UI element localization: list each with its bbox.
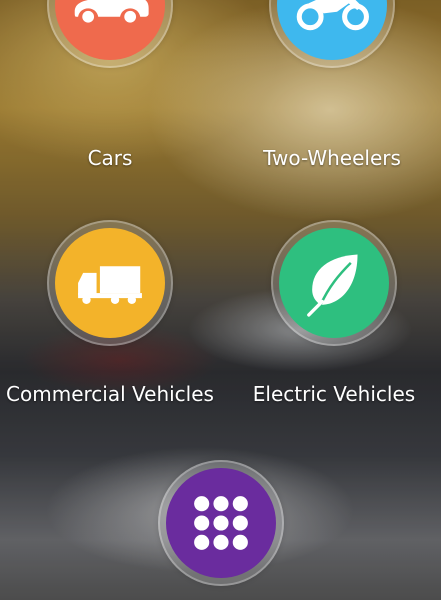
commercial-vehicles-label: Commercial Vehicles (6, 382, 214, 406)
category-two-wheelers[interactable]: Two-Wheelers (222, 0, 441, 182)
two-wheelers-label: Two-Wheelers (263, 146, 401, 170)
electric-vehicles-circle[interactable] (279, 228, 389, 338)
grid-menu-icon (194, 496, 248, 550)
two-wheelers-halo (269, 0, 395, 68)
commercial-vehicles-halo (47, 220, 173, 346)
cars-halo (47, 0, 173, 68)
more-button[interactable] (166, 468, 276, 578)
category-electric-vehicles[interactable]: Electric Vehicles (224, 220, 441, 460)
cars-label: Cars (87, 146, 133, 170)
cars-circle[interactable] (55, 0, 165, 60)
two-wheelers-circle[interactable] (277, 0, 387, 60)
commercial-vehicles-circle[interactable] (55, 228, 165, 338)
car-icon (74, 0, 149, 23)
category-cars[interactable]: Cars (0, 0, 220, 182)
truck-icon (78, 266, 142, 304)
leaf-icon (307, 254, 358, 317)
category-commercial-vehicles[interactable]: Commercial Vehicles (0, 220, 220, 460)
more-button-halo (158, 460, 284, 586)
motorcycle-icon (296, 0, 369, 31)
electric-vehicles-label: Electric Vehicles (252, 382, 416, 406)
electric-vehicles-halo (271, 220, 397, 346)
